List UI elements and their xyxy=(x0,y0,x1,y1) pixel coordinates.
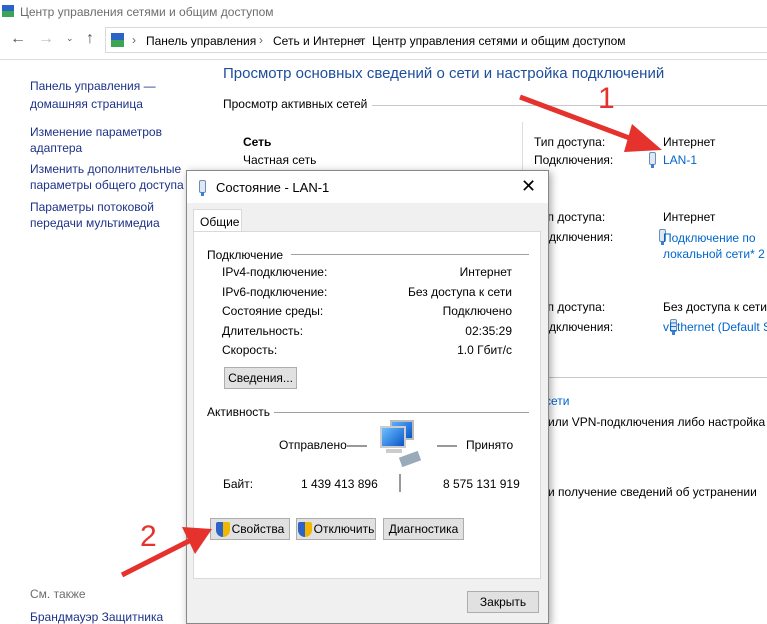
annotation-number-1: 1 xyxy=(598,82,615,115)
annotation-arrows xyxy=(120,94,662,578)
arrow-2 xyxy=(120,527,212,578)
annotation-number-2: 2 xyxy=(140,520,157,553)
arrow-1 xyxy=(519,94,662,152)
